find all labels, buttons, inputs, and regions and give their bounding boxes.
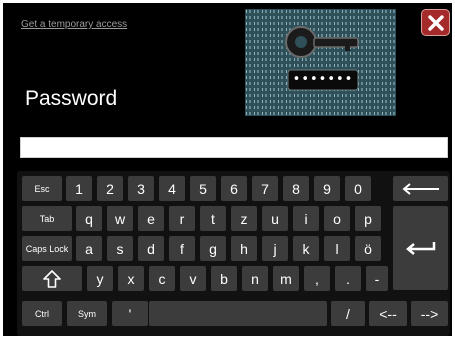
key-shift[interactable] xyxy=(22,266,82,291)
key-apostrophe[interactable]: ' xyxy=(112,301,148,326)
key-0[interactable]: 0 xyxy=(345,176,371,201)
key-2[interactable]: 2 xyxy=(97,176,123,201)
key-o[interactable]: o xyxy=(324,206,350,231)
key-n[interactable]: n xyxy=(242,266,268,291)
password-banner-image: ••••••• xyxy=(245,9,396,116)
key-g[interactable]: g xyxy=(200,236,226,261)
backspace-arrow-icon xyxy=(401,182,439,195)
key-9[interactable]: 9 xyxy=(314,176,340,201)
password-mask-text: ••••••• xyxy=(292,72,354,87)
on-screen-keyboard: Esc 1 2 3 4 5 6 7 8 9 0 Tab q w e r t z … xyxy=(17,171,450,336)
key-5[interactable]: 5 xyxy=(190,176,216,201)
key-period[interactable]: . xyxy=(335,266,361,291)
key-backspace[interactable] xyxy=(393,176,448,201)
key-x[interactable]: x xyxy=(118,266,144,291)
login-window: Get a temporary access ••••••• Password … xyxy=(3,3,452,336)
enter-return-icon xyxy=(405,242,435,255)
key-j[interactable]: j xyxy=(262,236,288,261)
key-cursor-right[interactable]: --> xyxy=(411,301,448,326)
key-h[interactable]: h xyxy=(231,236,257,261)
key-sym[interactable]: Sym xyxy=(67,301,107,326)
page-title: Password xyxy=(25,87,118,110)
temporary-access-link[interactable]: Get a temporary access xyxy=(21,19,127,30)
key-z[interactable]: z xyxy=(231,206,257,231)
key-comma[interactable]: , xyxy=(304,266,330,291)
key-y[interactable]: y xyxy=(87,266,113,291)
key-3[interactable]: 3 xyxy=(128,176,154,201)
key-7[interactable]: 7 xyxy=(252,176,278,201)
shift-arrow-icon xyxy=(43,269,61,288)
key-w[interactable]: w xyxy=(107,206,133,231)
key-ctrl[interactable]: Ctrl xyxy=(22,301,62,326)
key-m[interactable]: m xyxy=(273,266,299,291)
key-esc[interactable]: Esc xyxy=(22,176,62,201)
key-u[interactable]: u xyxy=(262,206,288,231)
key-s[interactable]: s xyxy=(107,236,133,261)
key-c[interactable]: c xyxy=(149,266,175,291)
key-6[interactable]: 6 xyxy=(221,176,247,201)
key-1[interactable]: 1 xyxy=(66,176,92,201)
key-p[interactable]: p xyxy=(355,206,381,231)
key-e[interactable]: e xyxy=(138,206,164,231)
key-with-password-icon xyxy=(245,9,396,116)
key-tab[interactable]: Tab xyxy=(22,206,72,231)
key-l[interactable]: l xyxy=(324,236,350,261)
key-hyphen[interactable]: - xyxy=(366,266,388,291)
key-caps-lock[interactable]: Caps Lock xyxy=(22,236,72,261)
key-d[interactable]: d xyxy=(138,236,164,261)
password-input[interactable] xyxy=(20,137,448,158)
key-q[interactable]: q xyxy=(76,206,102,231)
key-o-umlaut[interactable]: ö xyxy=(355,236,381,261)
close-icon xyxy=(427,14,444,31)
key-space[interactable] xyxy=(149,301,327,326)
key-f[interactable]: f xyxy=(169,236,195,261)
key-b[interactable]: b xyxy=(211,266,237,291)
key-v[interactable]: v xyxy=(180,266,206,291)
key-slash[interactable]: / xyxy=(331,301,365,326)
key-enter[interactable] xyxy=(393,206,448,290)
key-a[interactable]: a xyxy=(76,236,102,261)
key-r[interactable]: r xyxy=(169,206,195,231)
key-8[interactable]: 8 xyxy=(283,176,309,201)
key-cursor-left[interactable]: <-- xyxy=(369,301,407,326)
key-4[interactable]: 4 xyxy=(159,176,185,201)
key-i[interactable]: i xyxy=(293,206,319,231)
close-button[interactable] xyxy=(421,9,450,36)
key-k[interactable]: k xyxy=(293,236,319,261)
key-t[interactable]: t xyxy=(200,206,226,231)
